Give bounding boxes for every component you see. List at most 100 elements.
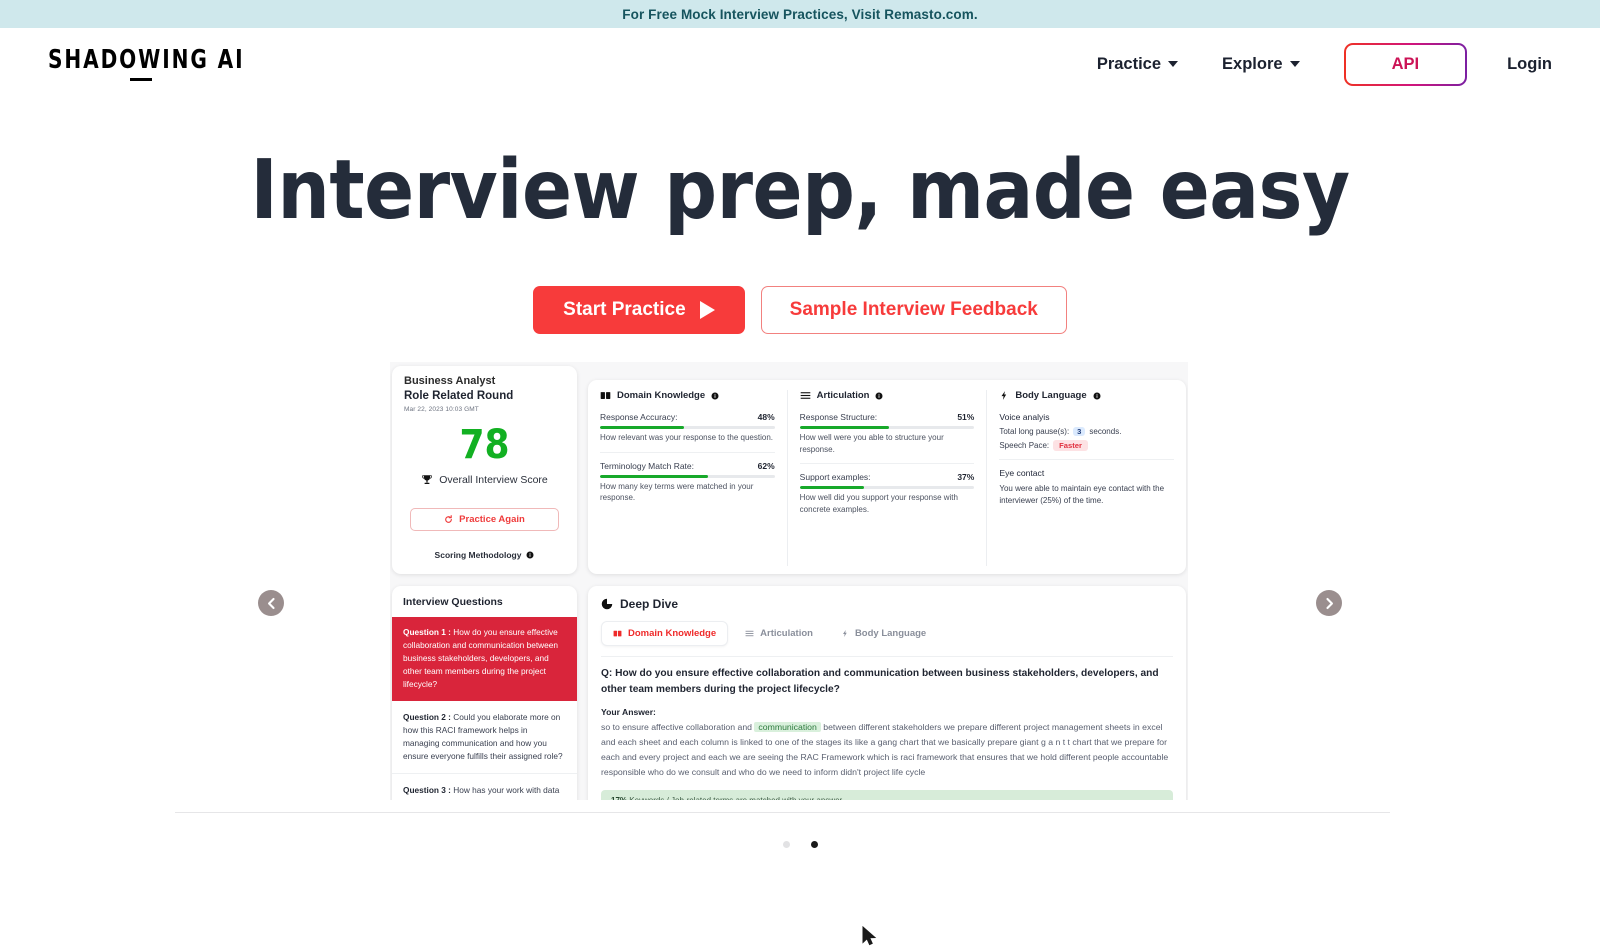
metric-label: Response Structure: bbox=[799, 412, 878, 423]
metric-value: 48% bbox=[757, 412, 775, 423]
progress-bar-fill bbox=[799, 486, 865, 490]
promo-banner-text: For Free Mock Interview Practices, Visit… bbox=[622, 6, 978, 22]
tab-label: Body Language bbox=[854, 628, 927, 640]
deep-dive-title: Deep Dive bbox=[620, 597, 679, 612]
lines-icon bbox=[800, 392, 810, 399]
carousel-next-button[interactable] bbox=[1316, 590, 1342, 617]
domain-knowledge-header: Domain Knowledge bbox=[600, 390, 775, 401]
metric-row: Support examples: 37% How well did you s… bbox=[799, 472, 975, 515]
metric-row: Response Structure: 51% How well were yo… bbox=[799, 412, 975, 455]
progress-bar-fill bbox=[600, 426, 684, 430]
metric-label: Support examples: bbox=[799, 472, 871, 483]
question-number: Question 2 : bbox=[403, 712, 451, 723]
cta-row: Start Practice Sample Interview Feedback bbox=[0, 286, 1600, 335]
metric-desc: How many key terms were matched in your … bbox=[600, 481, 754, 503]
interview-date: Mar 22, 2023 10:03 GMT bbox=[404, 406, 479, 414]
metric-value: 62% bbox=[757, 460, 775, 471]
your-answer-text: so to ensure affective collaboration and… bbox=[601, 720, 1173, 780]
answer-segment-1: so to ensure affective collaboration and bbox=[601, 721, 755, 732]
eye-contact-title: Eye contact bbox=[999, 468, 1045, 479]
nav-item-explore[interactable]: Explore bbox=[1200, 45, 1322, 84]
mouse-cursor bbox=[862, 926, 877, 946]
section-divider bbox=[175, 812, 1390, 813]
main-nav: Practice Explore API Login bbox=[1075, 42, 1560, 86]
overall-score-label-row: Overall Interview Score bbox=[404, 474, 565, 486]
page-title: Interview prep, made easy bbox=[250, 143, 1350, 238]
list-item[interactable]: Question 2 : Could you elaborate more on… bbox=[392, 701, 577, 774]
overall-score-card: Business Analyst Role Related Round Mar … bbox=[392, 366, 577, 575]
progress-bar bbox=[600, 426, 775, 430]
carousel-prev-button[interactable] bbox=[258, 590, 284, 617]
tab-domain-knowledge[interactable]: Domain Knowledge bbox=[601, 621, 729, 647]
feedback-bottom-row: Interview Questions Question 1 : How do … bbox=[390, 586, 1188, 801]
login-button[interactable]: Login bbox=[1485, 45, 1560, 84]
tab-label: Domain Knowledge bbox=[628, 628, 717, 640]
tab-label: Articulation bbox=[760, 628, 813, 640]
body-language-header: Body Language bbox=[999, 390, 1174, 401]
list-item[interactable]: Question 1 : How do you ensure effective… bbox=[392, 617, 577, 702]
tab-articulation[interactable]: Articulation bbox=[734, 622, 824, 645]
nav-item-practice[interactable]: Practice bbox=[1075, 45, 1200, 84]
promo-banner: For Free Mock Interview Practices, Visit… bbox=[0, 0, 1600, 28]
round-title: Role Related Round bbox=[404, 390, 514, 403]
divider bbox=[601, 656, 1173, 658]
list-item[interactable]: Question 3 : How has your work with data… bbox=[392, 774, 577, 800]
speech-pace-row: Speech Pace: Faster bbox=[999, 440, 1174, 452]
lines-icon bbox=[745, 630, 754, 637]
domain-knowledge-title: Domain Knowledge bbox=[617, 390, 706, 402]
logo-underline bbox=[130, 78, 152, 81]
start-practice-label: Start Practice bbox=[563, 299, 686, 321]
login-label: Login bbox=[1507, 54, 1552, 73]
metric-label: Response Accuracy: bbox=[600, 412, 678, 423]
metrics-card: Domain Knowledge Response Accuracy: 48% bbox=[588, 380, 1186, 575]
api-button[interactable]: API bbox=[1343, 42, 1468, 86]
feature-carousel: Business Analyst Role Related Round Mar … bbox=[0, 362, 1600, 946]
info-icon bbox=[1093, 392, 1101, 400]
deep-dive-question: Q: How do you ensure effective collabora… bbox=[601, 668, 1159, 696]
bolt-icon bbox=[842, 630, 847, 638]
role-title: Business Analyst bbox=[404, 376, 496, 388]
book-icon bbox=[613, 630, 622, 637]
carousel-slide[interactable]: Business Analyst Role Related Round Mar … bbox=[390, 362, 1188, 801]
keyword-match-banner: 17% Keywords / Job-related terms are mat… bbox=[601, 789, 1173, 801]
long-pauses-label: Total long pause(s): bbox=[999, 427, 1070, 437]
carousel-dot[interactable] bbox=[810, 841, 818, 849]
speech-pace-badge: Faster bbox=[1053, 440, 1088, 452]
progress-bar-fill bbox=[600, 474, 709, 478]
info-icon bbox=[711, 392, 719, 400]
nav-item-explore-label: Explore bbox=[1222, 54, 1283, 73]
divider bbox=[600, 451, 775, 453]
progress-bar bbox=[799, 426, 975, 430]
metric-value: 51% bbox=[957, 412, 975, 423]
carousel-dot[interactable] bbox=[782, 841, 790, 849]
metric-row: Response Accuracy: 48% How relevant was … bbox=[600, 412, 775, 444]
progress-bar bbox=[799, 486, 975, 490]
progress-bar bbox=[600, 474, 775, 478]
chevron-down-icon bbox=[1289, 61, 1300, 67]
nav-item-practice-label: Practice bbox=[1096, 54, 1162, 73]
scoring-methodology-link[interactable]: Scoring Methodology bbox=[404, 550, 565, 560]
interview-questions-card: Interview Questions Question 1 : How do … bbox=[392, 586, 577, 801]
metric-desc: How well did you support your response w… bbox=[799, 493, 958, 514]
overall-score-label: Overall Interview Score bbox=[439, 474, 548, 487]
divider bbox=[799, 463, 975, 465]
deep-dive-card: Deep Dive Domain Knowledge Articulation … bbox=[588, 586, 1186, 801]
divider bbox=[999, 459, 1175, 461]
metric-column-body-language: Body Language Voice analyis Total long p… bbox=[986, 390, 1186, 567]
feedback-top-row: Business Analyst Role Related Round Mar … bbox=[390, 362, 1188, 575]
keyword-highlight: communication bbox=[754, 721, 821, 732]
deep-dive-tabs: Domain Knowledge Articulation Body Langu… bbox=[601, 621, 1173, 647]
overall-score-value: 78 bbox=[459, 422, 510, 469]
practice-again-button[interactable]: Practice Again bbox=[410, 508, 559, 532]
chevron-right-icon bbox=[1325, 597, 1333, 609]
tab-body-language[interactable]: Body Language bbox=[830, 622, 937, 645]
start-practice-button[interactable]: Start Practice bbox=[533, 286, 745, 335]
question-number: Question 1 : bbox=[403, 627, 451, 638]
sample-feedback-button[interactable]: Sample Interview Feedback bbox=[760, 286, 1067, 335]
pie-icon bbox=[601, 598, 613, 610]
trophy-icon bbox=[422, 475, 432, 485]
articulation-header: Articulation bbox=[800, 390, 975, 401]
progress-bar-fill bbox=[799, 426, 889, 430]
metric-column-articulation: Articulation Response Structure: 51% How… bbox=[786, 390, 987, 567]
logo[interactable]: SHADOWING AI bbox=[48, 47, 276, 81]
